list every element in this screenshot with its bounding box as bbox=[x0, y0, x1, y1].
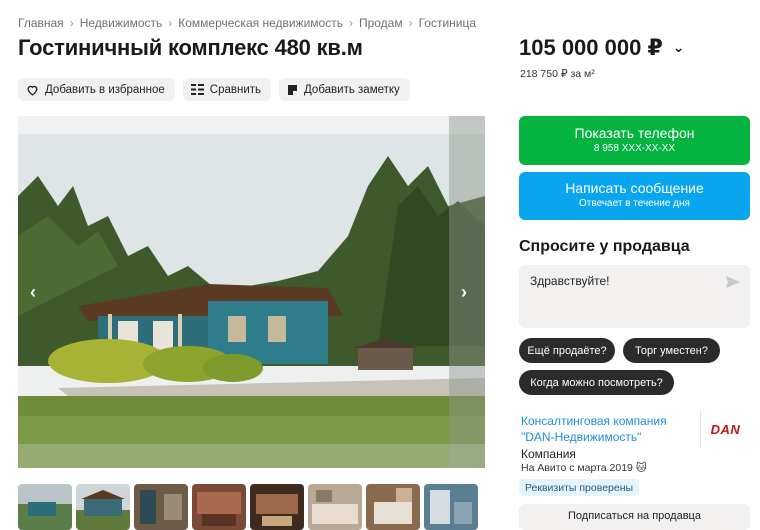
add-to-favorites-button[interactable]: Добавить в избранное bbox=[18, 78, 175, 101]
seller-logo-text: DAN bbox=[710, 421, 741, 437]
thumbnail[interactable] bbox=[308, 484, 362, 530]
cat-icon: 🐱 bbox=[635, 462, 647, 474]
breadcrumb: Главная › Недвижимость › Коммерческая не… bbox=[18, 16, 476, 30]
verified-badge: Реквизиты проверены bbox=[519, 479, 640, 496]
thumbnail[interactable] bbox=[366, 484, 420, 530]
breadcrumb-item-sell[interactable]: Продам bbox=[359, 16, 403, 30]
breadcrumb-item-home[interactable]: Главная bbox=[18, 16, 64, 30]
page-title: Гостиничный комплекс 480 кв.м bbox=[18, 35, 363, 60]
breadcrumb-item-realty[interactable]: Недвижимость bbox=[80, 16, 163, 30]
seller-name-link[interactable]: Консалтинговая компания "DAN-Недвижимост… bbox=[521, 413, 691, 445]
breadcrumb-item-hotel[interactable]: Гостиница bbox=[419, 16, 476, 30]
price-value: 105 000 000 ₽ bbox=[519, 35, 663, 60]
write-message-label: Написать сообщение bbox=[565, 180, 704, 196]
photo-thumbnails bbox=[18, 484, 478, 530]
price: 105 000 000 ₽ ⌄ bbox=[519, 35, 685, 61]
compare-icon bbox=[190, 84, 204, 95]
add-note-button[interactable]: Добавить заметку bbox=[279, 78, 410, 101]
subscribe-button[interactable]: Подписаться на продавца bbox=[519, 504, 750, 530]
thumbnail[interactable] bbox=[424, 484, 478, 530]
heart-icon bbox=[27, 85, 38, 96]
chevron-left-icon[interactable]: ‹ bbox=[30, 282, 36, 303]
thumbnail[interactable] bbox=[76, 484, 130, 530]
send-icon[interactable] bbox=[726, 276, 740, 288]
quick-question-still-selling[interactable]: Ещё продаёте? bbox=[519, 338, 615, 363]
seller-since-text: На Авито с марта 2019 bbox=[521, 462, 633, 474]
note-icon bbox=[288, 84, 298, 95]
quick-question-viewing[interactable]: Когда можно посмотреть? bbox=[519, 370, 674, 395]
message-input[interactable]: Здравствуйте! bbox=[519, 265, 750, 328]
main-photo[interactable]: ‹ › bbox=[18, 116, 485, 468]
thumbnail[interactable] bbox=[250, 484, 304, 530]
chevron-right-icon[interactable]: › bbox=[461, 282, 467, 303]
breadcrumb-separator: › bbox=[168, 16, 173, 30]
ask-seller-heading: Спросите у продавца bbox=[519, 238, 690, 255]
thumbnail[interactable] bbox=[18, 484, 72, 530]
message-input-value: Здравствуйте! bbox=[530, 274, 610, 288]
breadcrumb-separator: › bbox=[69, 16, 74, 30]
chevron-down-icon[interactable]: ⌄ bbox=[673, 39, 685, 56]
show-phone-label: Показать телефон bbox=[574, 125, 695, 141]
breadcrumb-separator: › bbox=[408, 16, 413, 30]
write-message-button[interactable]: Написать сообщение Отвечает в течение дн… bbox=[519, 172, 750, 220]
hotel-photo bbox=[18, 116, 485, 468]
seller-since: На Авито с марта 2019 🐱 bbox=[521, 462, 647, 474]
thumbnail[interactable] bbox=[192, 484, 246, 530]
seller-logo[interactable]: DAN bbox=[700, 411, 750, 447]
breadcrumb-separator: › bbox=[348, 16, 353, 30]
listing-actions: Добавить в избранное Сравнить Добавить з… bbox=[18, 78, 410, 101]
quick-question-bargain[interactable]: Торг уместен? bbox=[623, 338, 720, 363]
show-phone-button[interactable]: Показать телефон 8 958 XXX-XX-XX bbox=[519, 116, 750, 165]
phone-masked: 8 958 XXX-XX-XX bbox=[593, 143, 676, 154]
add-note-label: Добавить заметку bbox=[304, 83, 400, 96]
compare-button[interactable]: Сравнить bbox=[182, 78, 272, 101]
seller-type: Компания bbox=[521, 447, 576, 461]
breadcrumb-item-commercial[interactable]: Коммерческая недвижимость bbox=[178, 16, 343, 30]
price-per-m2: 218 750 ₽ за м² bbox=[520, 68, 595, 80]
compare-label: Сравнить bbox=[209, 83, 262, 96]
response-time: Отвечает в течение дня bbox=[579, 198, 690, 209]
thumbnail[interactable] bbox=[134, 484, 188, 530]
add-to-favorites-label: Добавить в избранное bbox=[45, 83, 165, 96]
